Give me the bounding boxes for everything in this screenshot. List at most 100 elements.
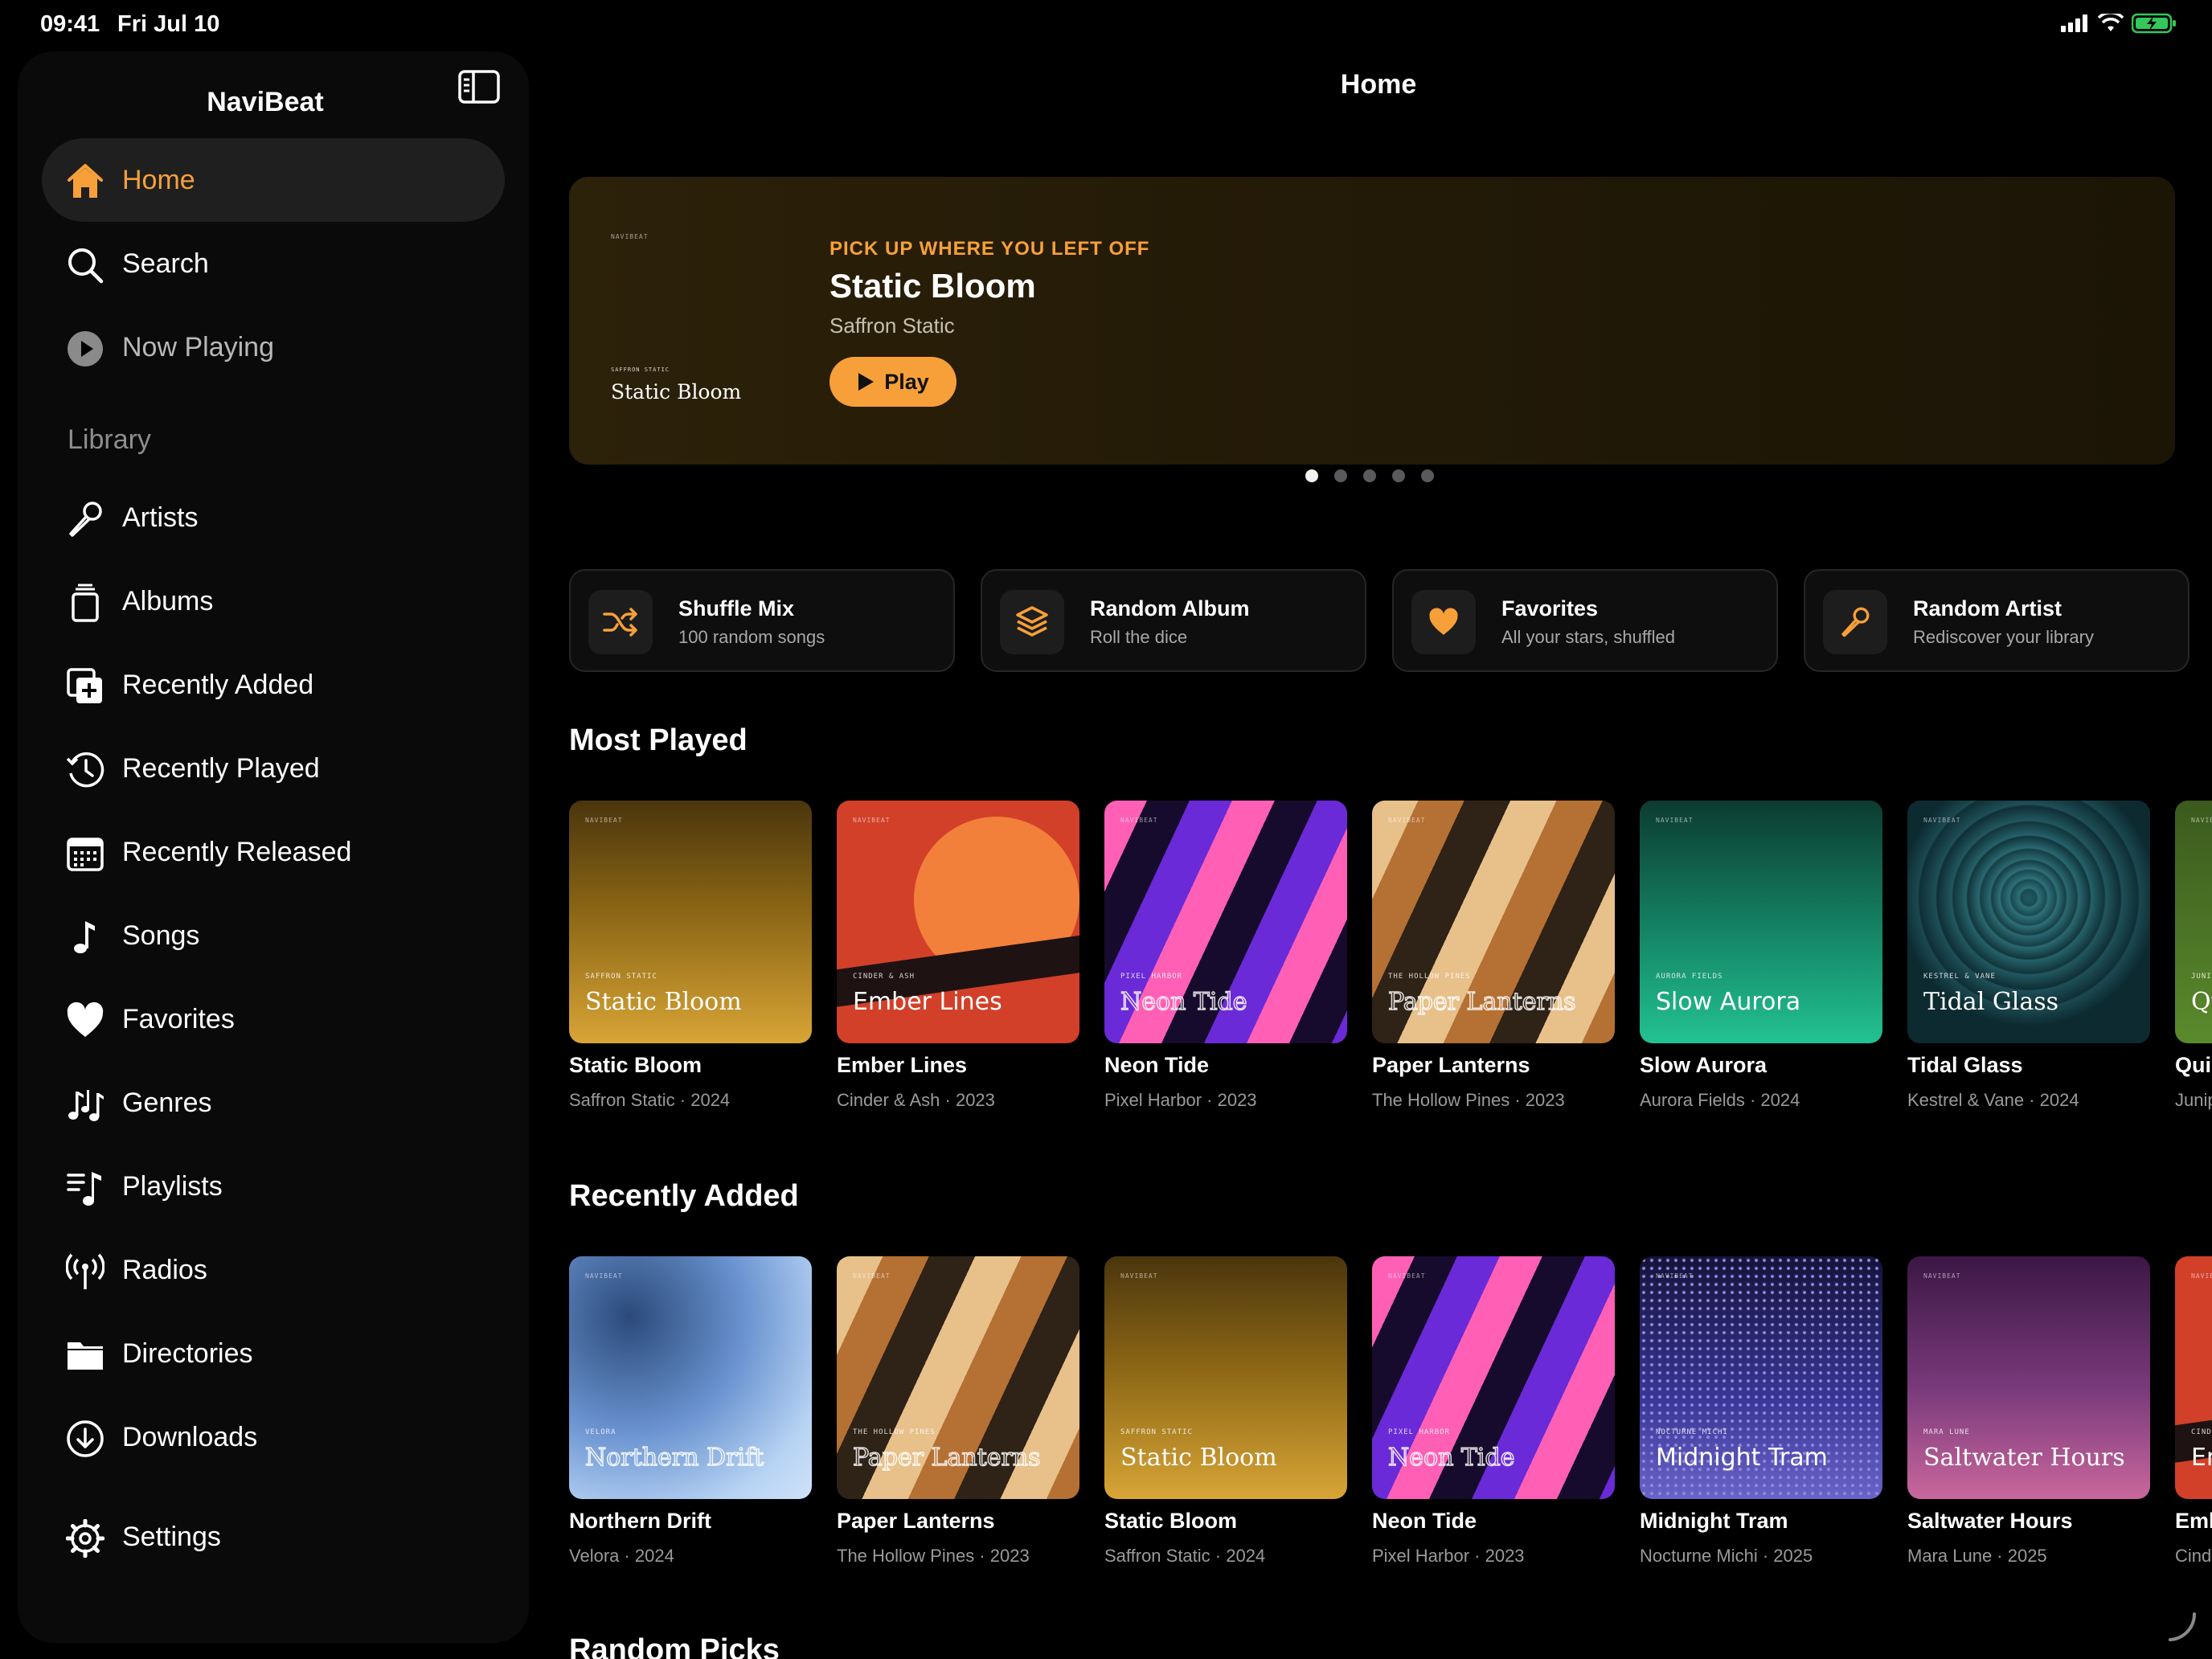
page-dot[interactable] [1363, 469, 1376, 482]
sidebar-item-radios[interactable]: Radios [42, 1228, 505, 1312]
continue-listening-banner[interactable]: NAVIBEAT SAFFRON STATIC Static Bloom PIC… [569, 177, 2175, 465]
status-icons [2061, 13, 2177, 34]
cover-title: Static Bloom [1120, 1444, 1277, 1472]
album-cover-art[interactable]: NAVIBEAT PIXEL HARBOR Neon Tide [1372, 1256, 1615, 1499]
cover-brand: NAVIBEAT [1388, 817, 1426, 824]
album-cover-art[interactable]: NAVIBEAT KESTREL & VANE Tidal Glass [1907, 801, 2150, 1043]
house-icon [66, 162, 104, 201]
wifi-icon [2098, 14, 2124, 31]
cover-title: Saltwater Hours [1923, 1444, 2125, 1472]
sidebar-item-label: Settings [122, 1522, 221, 1552]
cover-title: Midnight Tram [1656, 1444, 1828, 1472]
quick-action-title: Random Album [1090, 596, 1250, 621]
album-subtitle: Kestrel & Vane · 2024 [1907, 1090, 2079, 1110]
sidebar-item-artists[interactable]: Artists [42, 476, 505, 559]
cover-artist: PIXEL HARBOR [1120, 973, 1183, 981]
sidebar-item-search[interactable]: Search [42, 222, 505, 305]
cover-brand: NAVIBEAT [611, 233, 649, 240]
calendar-icon [66, 834, 104, 873]
page-dot[interactable] [1392, 469, 1405, 482]
page-dot[interactable] [1305, 469, 1318, 482]
status-date: Fri Jul 10 [117, 11, 220, 37]
cover-artist: KESTREL & VANE [1923, 973, 1996, 981]
album-title: Neon Tide [1372, 1509, 1477, 1533]
shuffle-mix-card[interactable]: Shuffle Mix 100 random songs [569, 569, 955, 672]
random-album-card[interactable]: Random Album Roll the dice [981, 569, 1366, 672]
album-subtitle: Pixel Harbor · 2023 [1104, 1090, 1257, 1110]
album-cover-art[interactable]: NAVIBEAT JUNIP Qu [2175, 801, 2212, 1043]
album-cover-art[interactable]: NAVIBEAT NOCTURNE MICHI Midnight Tram [1640, 1256, 1882, 1499]
album-cover-art[interactable]: NAVIBEAT SAFFRON STATIC Static Bloom [1104, 1256, 1347, 1499]
hero-artist[interactable]: Saffron Static [830, 313, 955, 338]
album-subtitle: Velora · 2024 [569, 1546, 674, 1566]
album-subtitle: Mara Lune · 2025 [1907, 1546, 2047, 1566]
page-dot[interactable] [1334, 469, 1347, 482]
sidebar-item-label: Songs [122, 920, 200, 951]
album-cover-art[interactable]: NAVIBEAT VELORA Northern Drift [569, 1256, 812, 1499]
sidebar-item-label: Home [122, 165, 195, 195]
album-subtitle: Saffron Static · 2024 [1104, 1546, 1266, 1566]
cover-artist: MARA LUNE [1923, 1428, 1970, 1436]
shuffle-icon [588, 590, 653, 654]
cover-artist: SAFFRON STATIC [585, 973, 657, 981]
scroll-indicator[interactable] [2165, 1611, 2198, 1643]
status-bar: 09:41 Fri Jul 10 [0, 0, 2212, 51]
album-cover-art[interactable]: NAVIBEAT AURORA FIELDS Slow Aurora [1640, 801, 1882, 1043]
antenna-icon [66, 1252, 104, 1291]
cover-title: Static Bloom [611, 380, 742, 403]
carousel-page-dots[interactable] [1305, 469, 1434, 482]
album-subtitle: The Hollow Pines · 2023 [837, 1546, 1030, 1566]
microphone-icon [1823, 590, 1887, 654]
album-cover-art[interactable]: NAVIBEAT SAFFRON STATIC Static Bloom [569, 801, 812, 1043]
sidebar-item-genres[interactable]: Genres [42, 1061, 505, 1145]
album-title: Slow Aurora [1640, 1053, 1768, 1077]
sidebar-item-home[interactable]: Home [42, 138, 505, 222]
sidebar-item-downloads[interactable]: Downloads [42, 1395, 505, 1479]
album-cover-art[interactable]: NAVIBEAT PIXEL HARBOR Neon Tide [1104, 801, 1347, 1043]
cover-brand: NAVIBEAT [1923, 1272, 1961, 1280]
playlist-icon [66, 1169, 104, 1207]
quick-action-title: Shuffle Mix [678, 596, 795, 621]
app-title: NaviBeat [207, 87, 324, 117]
album-title: Midnight Tram [1640, 1509, 1788, 1533]
sidebar-item-directories[interactable]: Directories [42, 1312, 505, 1395]
sidebar-item-label: Favorites [122, 1004, 235, 1034]
sidebar-item-albums[interactable]: Albums [42, 559, 505, 643]
sidebar-item-settings[interactable]: Settings [42, 1495, 505, 1579]
album-cover-art[interactable]: NAVIBEAT CINDER Em [2175, 1256, 2212, 1499]
magnifier-icon [66, 246, 104, 285]
sidebar-item-label: Recently Added [122, 670, 314, 700]
sidebar-item-label: Genres [122, 1088, 212, 1118]
cover-title: Em [2191, 1444, 2212, 1472]
sidebar-toggle-icon[interactable] [458, 69, 500, 104]
album-title: Static Bloom [569, 1053, 703, 1077]
cover-artist: NOCTURNE MICHI [1656, 1428, 1728, 1436]
page-dot[interactable] [1421, 469, 1434, 482]
cover-brand: NAVIBEAT [1388, 1272, 1426, 1280]
sidebar-item-songs[interactable]: Songs [42, 894, 505, 977]
album-subtitle: Nocturne Michi · 2025 [1640, 1546, 1813, 1566]
download-circle-icon [66, 1419, 104, 1458]
album-cover-art[interactable]: NAVIBEAT CINDER & ASH Ember Lines [837, 801, 1079, 1043]
play-button[interactable]: Play [830, 357, 956, 407]
quick-action-title: Favorites [1501, 596, 1599, 621]
album-title: Neon Tide [1104, 1053, 1210, 1077]
library-heading: Library [68, 424, 151, 455]
random-artist-card[interactable]: Random Artist Rediscover your library [1804, 569, 2189, 672]
sidebar-item-recently-played[interactable]: Recently Played [42, 727, 505, 810]
album-cover-art[interactable]: NAVIBEAT THE HOLLOW PINES Paper Lanterns [837, 1256, 1079, 1499]
cover-artist: THE HOLLOW PINES [853, 1428, 936, 1436]
play-button-label: Play [884, 369, 929, 394]
sidebar-item-recently-released[interactable]: Recently Released [42, 810, 505, 894]
sidebar-item-playlists[interactable]: Playlists [42, 1145, 505, 1228]
sidebar-item-now-playing[interactable]: Now Playing [42, 305, 505, 389]
album-cover-art[interactable]: NAVIBEAT MARA LUNE Saltwater Hours [1907, 1256, 2150, 1499]
status-time: 09:41 [40, 11, 100, 37]
most-played-heading: Most Played [569, 723, 748, 757]
album-title: Ember Lines [837, 1053, 968, 1077]
sidebar-item-recently-added[interactable]: Recently Added [42, 643, 505, 727]
favorites-shuffle-card[interactable]: Favorites All your stars, shuffled [1392, 569, 1778, 672]
sidebar-item-favorites[interactable]: Favorites [42, 977, 505, 1061]
album-cover-art[interactable]: NAVIBEAT THE HOLLOW PINES Paper Lanterns [1372, 801, 1615, 1043]
hero-cover-art[interactable]: NAVIBEAT SAFFRON STATIC Static Bloom [595, 217, 804, 426]
